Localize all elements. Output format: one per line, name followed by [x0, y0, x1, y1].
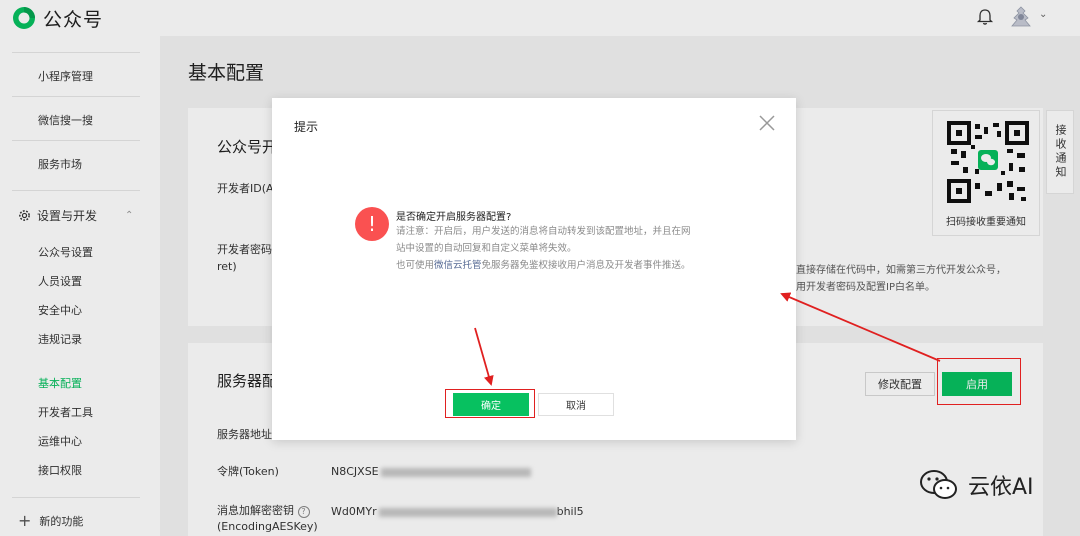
dialog-question: 是否确定开启服务器配置?: [396, 212, 512, 223]
watermark-text: 云依AI: [968, 475, 1034, 500]
dialog-body-line2: 站中设置的自动回复和自定义菜单将失效。: [396, 243, 577, 254]
dialog-body-line3-suffix: 免服务器免鉴权接收用户消息及开发者事件推送。: [481, 260, 691, 271]
dialog-body-line1: 请注意：开启后，用户发送的消息将自动转发到该配置地址，并且在网: [396, 226, 691, 237]
exclamation-icon: !: [355, 207, 389, 241]
watermark: 云依AI: [918, 468, 1034, 502]
annotation-box-enable: [937, 358, 1021, 405]
wechat-cloud-hosting-link[interactable]: 微信云托管: [434, 260, 482, 271]
cancel-button[interactable]: 取消: [538, 393, 614, 416]
wechat-icon: [920, 470, 957, 499]
exclamation-glyph: !: [368, 212, 376, 236]
dialog-body: 请注意：开启后，用户发送的消息将自动转发到该配置地址，并且在网 站中设置的自动回…: [396, 223, 716, 274]
close-icon[interactable]: [756, 112, 778, 134]
annotation-box-confirm: [445, 389, 535, 418]
dialog-title: 提示: [294, 120, 319, 134]
dialog-body-line3-prefix: 也可使用: [396, 260, 435, 271]
dialog-body-line3: 也可使用微信云托管免服务器免鉴权接收用户消息及开发者事件推送。: [396, 257, 716, 274]
